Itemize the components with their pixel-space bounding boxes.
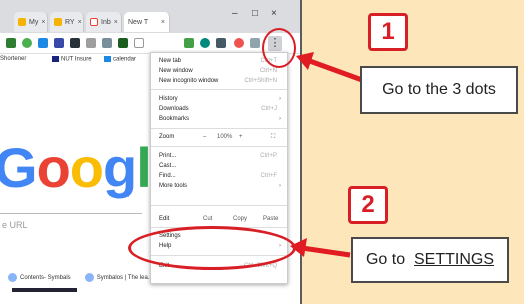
- step-2-settings-link: SETTINGS: [414, 251, 495, 268]
- step-2-text: Go to SETTINGS: [366, 251, 494, 269]
- step-1-callout: Go to the 3 dots: [360, 66, 518, 114]
- step-2-callout: Go to SETTINGS: [351, 237, 509, 283]
- step-2-badge: 2: [348, 186, 388, 224]
- step-1-text: Go to the 3 dots: [382, 81, 496, 98]
- step-1-badge: 1: [368, 13, 408, 51]
- step-2-prefix: Go to: [365, 251, 410, 268]
- arrowhead-icon: [290, 238, 307, 257]
- arrow-to-dots: [306, 57, 363, 83]
- arrow-to-settings: [301, 245, 351, 258]
